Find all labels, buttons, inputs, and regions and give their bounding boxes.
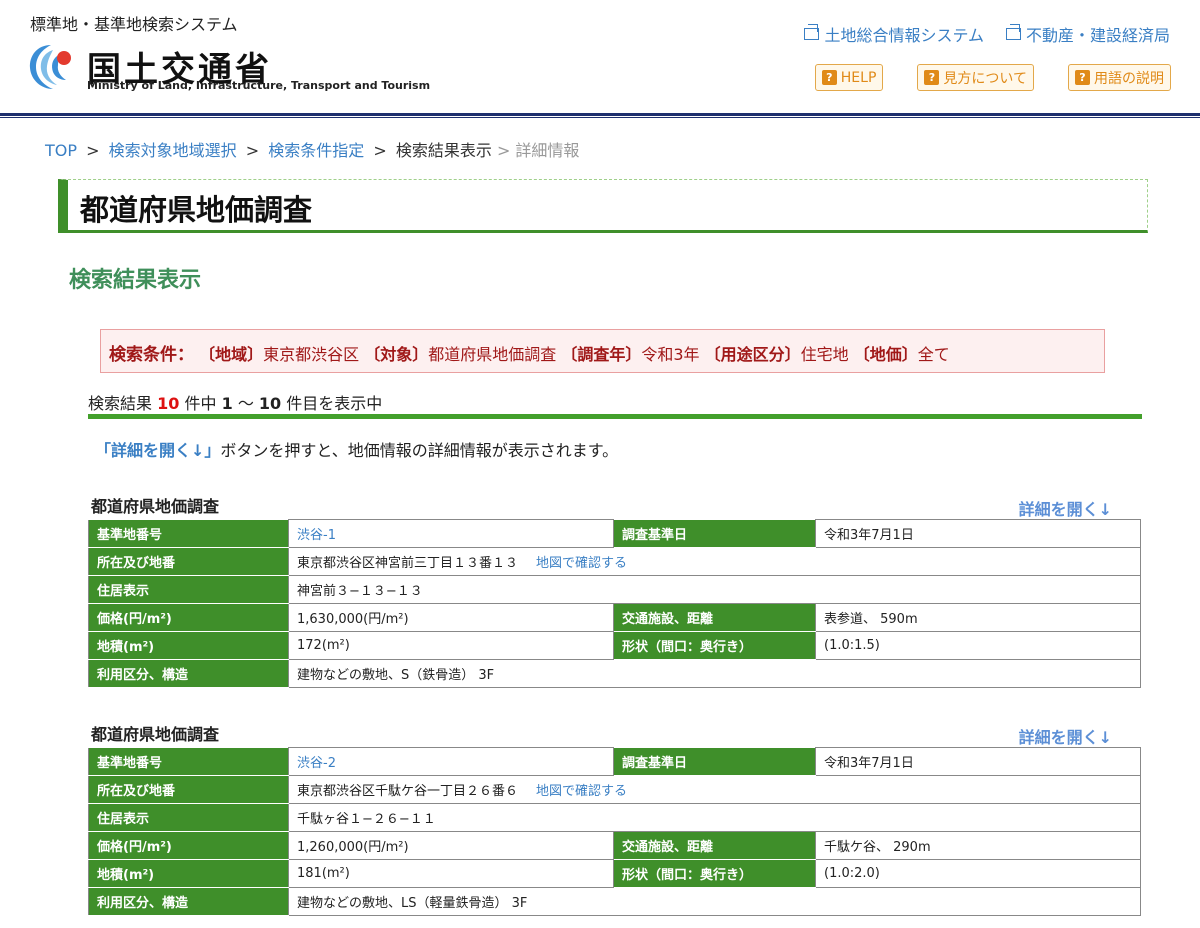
page-title-box: 都道府県地価調査 xyxy=(58,179,1148,233)
system-name: 標準地・基準地検索システム xyxy=(30,15,238,34)
land-info-system-link[interactable]: 土地総合情報システム xyxy=(804,22,984,46)
link-label: 不動産・建設経済局 xyxy=(1025,26,1170,45)
table-row: 利用区分、構造 建物などの敷地、S（鉄骨造） 3F xyxy=(88,659,1141,688)
table-row: 住居表示 千駄ヶ谷１−２６−１１ xyxy=(88,803,1141,832)
table-row: 価格(円/m²) 1,260,000(円/m²) 交通施設、距離 千駄ケ谷、 2… xyxy=(88,831,1141,860)
ministry-name-en: Ministry of Land, Infrastructure, Transp… xyxy=(87,79,431,92)
table-row: 利用区分、構造 建物などの敷地、LS（軽量鉄骨造） 3F xyxy=(88,887,1141,916)
how-to-read-button[interactable]: ? 見方について xyxy=(917,64,1034,91)
shape-value: (1.0:1.5) xyxy=(815,631,1141,660)
result-total: 10 xyxy=(157,394,180,413)
site-header: 標準地・基準地検索システム 国土交通省 Ministry of Land, In… xyxy=(0,0,1200,113)
location-value: 東京都渋谷区千駄ケ谷一丁目２６番６ xyxy=(297,784,519,799)
result-divider xyxy=(88,414,1142,419)
help-buttons: ? HELP ? 見方について ? 用語の説明 xyxy=(814,64,1171,91)
location-value: 東京都渋谷区神宮前三丁目１３番１３ xyxy=(297,556,519,571)
table-row: 基準地番号 渋谷-2 調査基準日 令和3年7月1日 xyxy=(88,747,1141,776)
external-window-icon xyxy=(1005,24,1021,40)
page-title: 都道府県地価調査 xyxy=(80,193,313,227)
record-title: 都道府県地価調査 xyxy=(91,725,220,744)
area-value: 181(m²) xyxy=(288,859,614,888)
glossary-button[interactable]: ? 用語の説明 xyxy=(1068,64,1171,91)
price-value: 1,260,000(円/m²) xyxy=(288,831,614,860)
breadcrumb-top-link[interactable]: TOP xyxy=(45,141,77,160)
question-icon: ? xyxy=(1075,70,1090,85)
std-no-link[interactable]: 渋谷-1 xyxy=(297,528,336,543)
question-icon: ? xyxy=(924,70,940,85)
area-value: 172(m²) xyxy=(288,631,614,660)
breadcrumb-condition-link[interactable]: 検索条件指定 xyxy=(268,141,364,160)
survey-date: 令和3年7月1日 xyxy=(815,519,1141,548)
question-icon: ? xyxy=(821,70,837,85)
breadcrumb-area-select-link[interactable]: 検索対象地域選択 xyxy=(109,141,237,160)
ministry-emblem-icon xyxy=(29,45,71,89)
map-link[interactable]: 地図で確認する xyxy=(536,556,627,571)
external-links: 土地総合情報システム 不動産・建設経済局 xyxy=(804,22,1170,46)
shape-value: (1.0:2.0) xyxy=(815,859,1141,888)
table-row: 所在及び地番 東京都渋谷区神宮前三丁目１３番１３ 地図で確認する xyxy=(88,547,1141,576)
section-title: 検索結果表示 xyxy=(69,268,202,293)
open-detail-button[interactable]: 詳細を開く↓ xyxy=(1019,724,1112,748)
map-link[interactable]: 地図で確認する xyxy=(536,784,627,799)
result-count: 検索結果 10 件中 1 〜 10 件目を表示中 xyxy=(88,394,383,413)
survey-date: 令和3年7月1日 xyxy=(815,747,1141,776)
help-button[interactable]: ? HELP xyxy=(814,64,884,91)
breadcrumb-current: 検索結果表示 xyxy=(395,141,492,160)
table-row: 地積(m²) 172(m²) 形状（間口：奥行き） (1.0:1.5) xyxy=(88,631,1141,660)
table-row: 所在及び地番 東京都渋谷区千駄ケ谷一丁目２６番６ 地図で確認する xyxy=(88,775,1141,804)
record-title: 都道府県地価調査 xyxy=(91,497,220,516)
real-estate-bureau-link[interactable]: 不動産・建設経済局 xyxy=(1005,22,1170,46)
search-conditions-label: 検索条件： xyxy=(109,345,194,365)
transport-value: 表参道、 590m xyxy=(815,603,1141,632)
table-row: 基準地番号 渋谷-1 調査基準日 令和3年7月1日 xyxy=(88,519,1141,548)
table-row: 住居表示 神宮前３−１３−１３ xyxy=(88,575,1141,604)
external-window-icon xyxy=(804,24,820,40)
breadcrumb: TOP > 検索対象地域選択 > 検索条件指定 > 検索結果表示 > 詳細情報 xyxy=(45,141,580,160)
header-divider xyxy=(0,113,1200,116)
record-table: 基準地番号 渋谷-1 調査基準日 令和3年7月1日 所在及び地番 東京都渋谷区神… xyxy=(88,519,1141,688)
address-value: 神宮前３−１３−１３ xyxy=(288,575,1141,604)
address-value: 千駄ヶ谷１−２６−１１ xyxy=(288,803,1141,832)
header-divider-thin xyxy=(0,117,1200,118)
transport-value: 千駄ケ谷、 290m xyxy=(815,831,1141,860)
breadcrumb-detail: > 詳細情報 xyxy=(496,141,580,160)
std-no-link[interactable]: 渋谷-2 xyxy=(297,756,336,771)
table-row: 価格(円/m²) 1,630,000(円/m²) 交通施設、距離 表参道、 59… xyxy=(88,603,1141,632)
search-conditions: 検索条件： 〔地域〕東京都渋谷区 〔対象〕都道府県地価調査 〔調査年〕令和3年 … xyxy=(100,329,1105,373)
open-detail-button[interactable]: 詳細を開く↓ xyxy=(1019,496,1112,520)
price-value: 1,630,000(円/m²) xyxy=(288,603,614,632)
ministry-logo[interactable]: 国土交通省 Ministry of Land, Infrastructure, … xyxy=(27,42,431,96)
usage-value: 建物などの敷地、S（鉄骨造） 3F xyxy=(288,659,1141,688)
table-row: 地積(m²) 181(m²) 形状（間口：奥行き） (1.0:2.0) xyxy=(88,859,1141,888)
detail-note: 「詳細を開く↓」ボタンを押すと、地価情報の詳細情報が表示されます。 xyxy=(95,441,619,460)
record-table: 基準地番号 渋谷-2 調査基準日 令和3年7月1日 所在及び地番 東京都渋谷区千… xyxy=(88,747,1141,916)
link-label: 土地総合情報システム xyxy=(824,26,984,45)
usage-value: 建物などの敷地、LS（軽量鉄骨造） 3F xyxy=(288,887,1141,916)
